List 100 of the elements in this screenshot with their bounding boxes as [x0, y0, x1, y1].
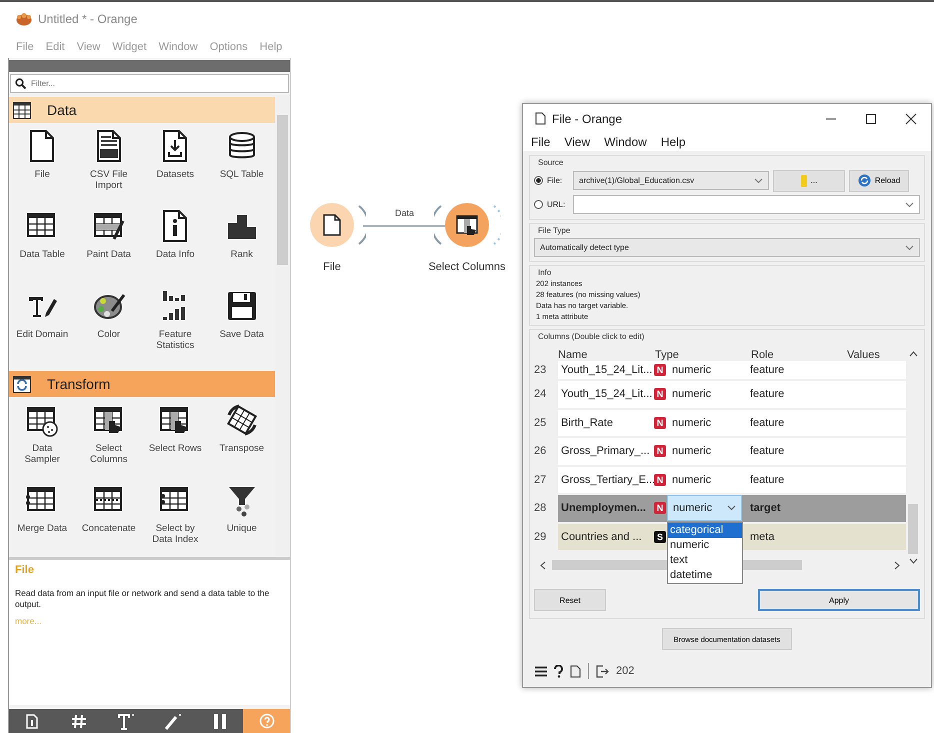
widget-tile[interactable]: Edit Domain [9, 289, 76, 365]
input-anchor-icon [434, 205, 442, 245]
widget-tile[interactable]: Transpose [208, 403, 275, 479]
menu-item[interactable]: Help [660, 135, 686, 150]
widget-tile[interactable]: SQL Table [208, 129, 275, 205]
link-label: Data [395, 208, 414, 218]
path-combobox[interactable]: archive(1)/Global_Education.csv [573, 171, 769, 190]
column-header[interactable]: Name [558, 349, 655, 361]
widget-tile[interactable]: Data Table [9, 209, 76, 285]
maximize-icon[interactable] [865, 112, 877, 125]
column-header[interactable]: Values [847, 349, 880, 361]
type-badge: N [654, 364, 666, 376]
menu-item[interactable]: Window [604, 135, 647, 150]
table-cell-text: Countries and ... [560, 530, 643, 543]
search-icon [15, 78, 26, 89]
type-badge: S [654, 530, 666, 543]
output-count: 202 [616, 665, 634, 677]
category-header[interactable]: Data [9, 97, 275, 123]
menu-item[interactable]: View [564, 135, 590, 150]
row-number: 24 [534, 388, 548, 400]
table-row[interactable]: Birth_Rate N numeric feature [558, 410, 906, 436]
table-cell-text: Birth_Rate [560, 416, 614, 429]
scroll-down-icon[interactable] [908, 558, 918, 564]
widget-tile[interactable]: Data Sampler [9, 403, 76, 479]
app-logo-icon [16, 12, 32, 26]
document-icon [535, 112, 546, 126]
document-icon [26, 714, 38, 728]
reload-button[interactable]: Reload [849, 170, 909, 192]
row-number: 23 [534, 364, 548, 376]
table-cell-text: meta [750, 530, 776, 543]
widget-tile[interactable]: Unique [208, 483, 275, 557]
filter-field[interactable]: Filter... [10, 74, 289, 93]
type-badge: N [654, 474, 666, 486]
type-badge: N [654, 416, 666, 429]
table-cell-text: feature [750, 416, 786, 429]
table-cell-text: feature [750, 388, 786, 400]
scroll-right-icon[interactable] [894, 560, 900, 570]
dropdown-option[interactable]: categorical [668, 522, 742, 538]
node-label: Select Columns [428, 261, 506, 273]
table-row[interactable]: Youth_15_24_Lit... N numeric feature [558, 361, 906, 379]
widget-tile[interactable]: Data Info [142, 209, 208, 285]
file-type-combobox[interactable]: Automatically detect type [534, 238, 920, 257]
widget-node[interactable] [445, 203, 489, 247]
menu-item[interactable]: File [531, 135, 550, 150]
table-cell-text: feature [750, 474, 786, 486]
type-badge: N [654, 502, 666, 514]
widget-tile[interactable]: Merge Data [9, 483, 76, 557]
type-badge: N [654, 388, 666, 400]
widget-node[interactable] [310, 203, 354, 247]
radio-button[interactable] [534, 176, 543, 185]
radio-button[interactable] [534, 200, 543, 209]
widget-tile[interactable]: Save Data [208, 289, 275, 365]
table-cell: numeric [672, 445, 712, 458]
widget-tile[interactable]: Feature Statistics [142, 289, 208, 365]
output-icon [596, 664, 609, 678]
menu-icon[interactable] [535, 666, 547, 676]
row-number: 28 [534, 502, 548, 514]
widget-tile[interactable]: Color [76, 289, 142, 365]
widget-tile[interactable]: Select by Data Index [142, 483, 208, 557]
table-cell-text: feature [750, 364, 786, 376]
dropdown-option[interactable]: datetime [668, 568, 742, 582]
dropdown-option[interactable]: numeric [668, 538, 742, 552]
column-header[interactable]: Type [655, 349, 751, 361]
close-icon[interactable] [905, 112, 917, 125]
table-row[interactable]: Gross_Tertiary_E...N numeric feature [558, 466, 906, 493]
row-number: 27 [534, 474, 548, 486]
widget-tile[interactable]: Rank [208, 209, 275, 285]
row-number: 25 [534, 416, 548, 429]
table-cell-text: target [750, 502, 782, 514]
table-row[interactable]: Youth_15_24_Lit... N numeric feature [558, 381, 906, 408]
table-icon [13, 102, 31, 118]
row-number: 29 [534, 530, 548, 543]
apply-button[interactable]: Apply [758, 589, 920, 611]
widget-tile[interactable]: Paint Data [76, 209, 142, 285]
widget-tile[interactable]: Select Rows [142, 403, 208, 479]
widget-tile[interactable]: Select Columns [76, 403, 142, 479]
scrollbar-thumb[interactable] [908, 504, 918, 554]
table-cell-text: Youth_15_24_Lit... [560, 364, 654, 376]
scroll-left-icon[interactable] [540, 560, 546, 570]
category-header[interactable]: Transform [9, 371, 275, 397]
browse-button[interactable]: ... [773, 170, 845, 192]
type-editor-menu[interactable]: numeric [667, 495, 742, 521]
help-icon[interactable] [554, 664, 563, 678]
widget-tile[interactable]: CSV File Import [76, 129, 142, 205]
table-row[interactable]: Gross_Primary_... N numeric feature [558, 438, 906, 464]
pen-icon [164, 712, 182, 730]
dropdown-option[interactable]: text [668, 552, 742, 568]
table-cell-text: Gross_Tertiary_E... [560, 474, 654, 486]
reset-button[interactable]: Reset [534, 589, 606, 611]
document-icon[interactable] [570, 664, 581, 678]
widget-tile[interactable]: Datasets [142, 129, 208, 205]
column-header[interactable]: Role [751, 349, 847, 361]
refresh-icon [858, 174, 871, 187]
widget-tile[interactable]: Concatenate [76, 483, 142, 557]
window-title: Untitled * - Orange [38, 12, 138, 26]
group-title: Source [537, 158, 564, 167]
description-text: Read data from an input file or network and send a data table to the output. [15, 588, 270, 610]
scroll-up-icon[interactable] [908, 351, 918, 357]
widget-tile[interactable]: File [9, 129, 76, 205]
folder-icon [800, 174, 807, 186]
